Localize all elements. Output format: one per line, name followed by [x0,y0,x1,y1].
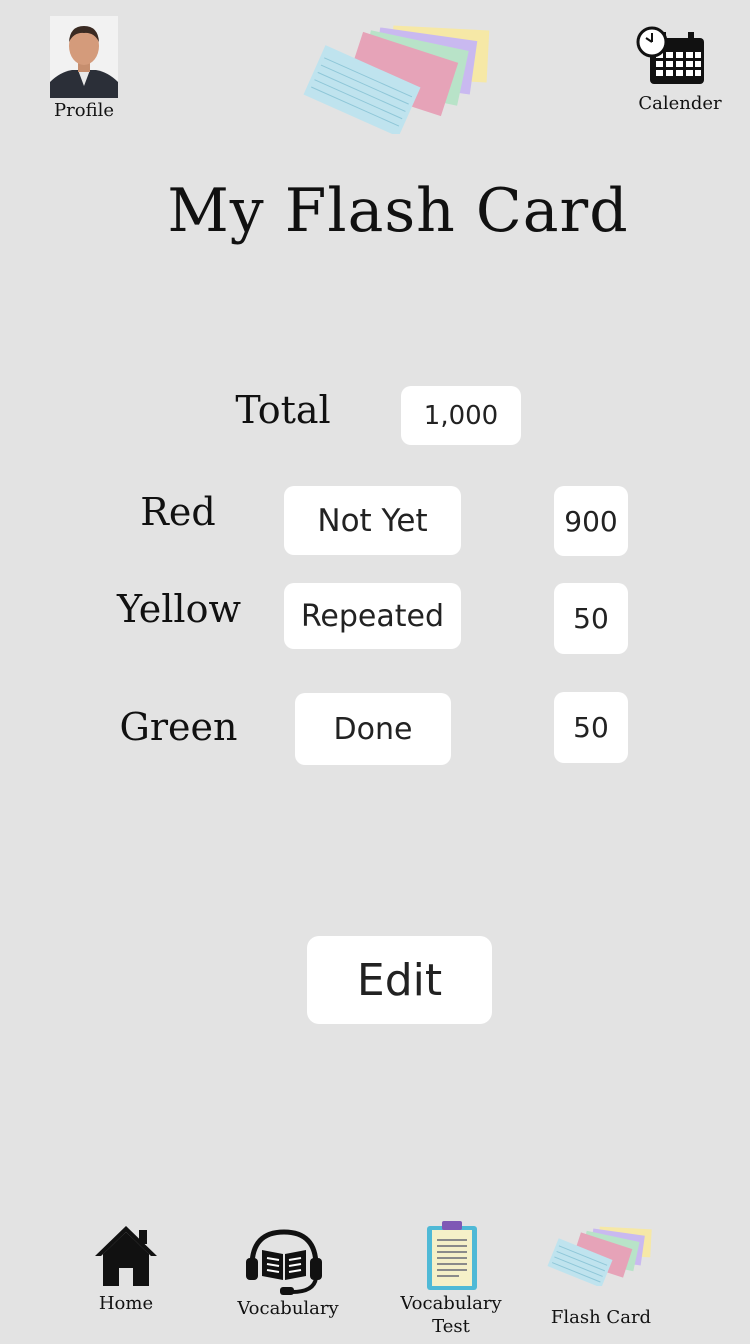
flash-cards-logo [300,22,500,137]
total-label: Total [235,388,331,432]
red-label: Red [140,490,216,534]
clipboard-icon [425,1220,479,1297]
red-count-box: 900 [554,486,628,556]
nav-flash-card-label: Flash Card [550,1307,652,1328]
yellow-label: Yellow [117,587,241,631]
nav-vocabulary-label: Vocabulary [237,1298,339,1319]
edit-button[interactable]: Edit [307,936,492,1024]
nav-vocabulary-test-label: Vocabulary Test [400,1293,502,1337]
total-value-box: 1,000 [401,386,521,445]
profile-avatar[interactable] [50,16,118,98]
not-yet-button[interactable]: Not Yet [284,486,461,555]
green-label: Green [119,705,238,749]
repeated-button[interactable]: Repeated [284,583,461,649]
nav-home-label: Home [98,1293,154,1314]
calendar-icon[interactable] [636,26,708,88]
yellow-count-box: 50 [554,583,628,654]
nav-flash-card[interactable]: Flash Card [531,1220,671,1332]
nav-vocabulary[interactable]: Vocabulary [218,1220,358,1320]
home-icon [93,1224,159,1291]
done-button[interactable]: Done [295,693,451,765]
flash-cards-icon [547,1224,657,1291]
nav-home[interactable]: Home [56,1220,196,1320]
page-title: My Flash Card [167,176,629,246]
nav-vocabulary-test[interactable]: Vocabulary Test [381,1218,521,1337]
profile-label[interactable]: Profile [44,100,124,121]
calendar-label[interactable]: Calender [630,93,730,114]
green-count-box: 50 [554,692,628,763]
headset-book-icon [244,1228,324,1301]
